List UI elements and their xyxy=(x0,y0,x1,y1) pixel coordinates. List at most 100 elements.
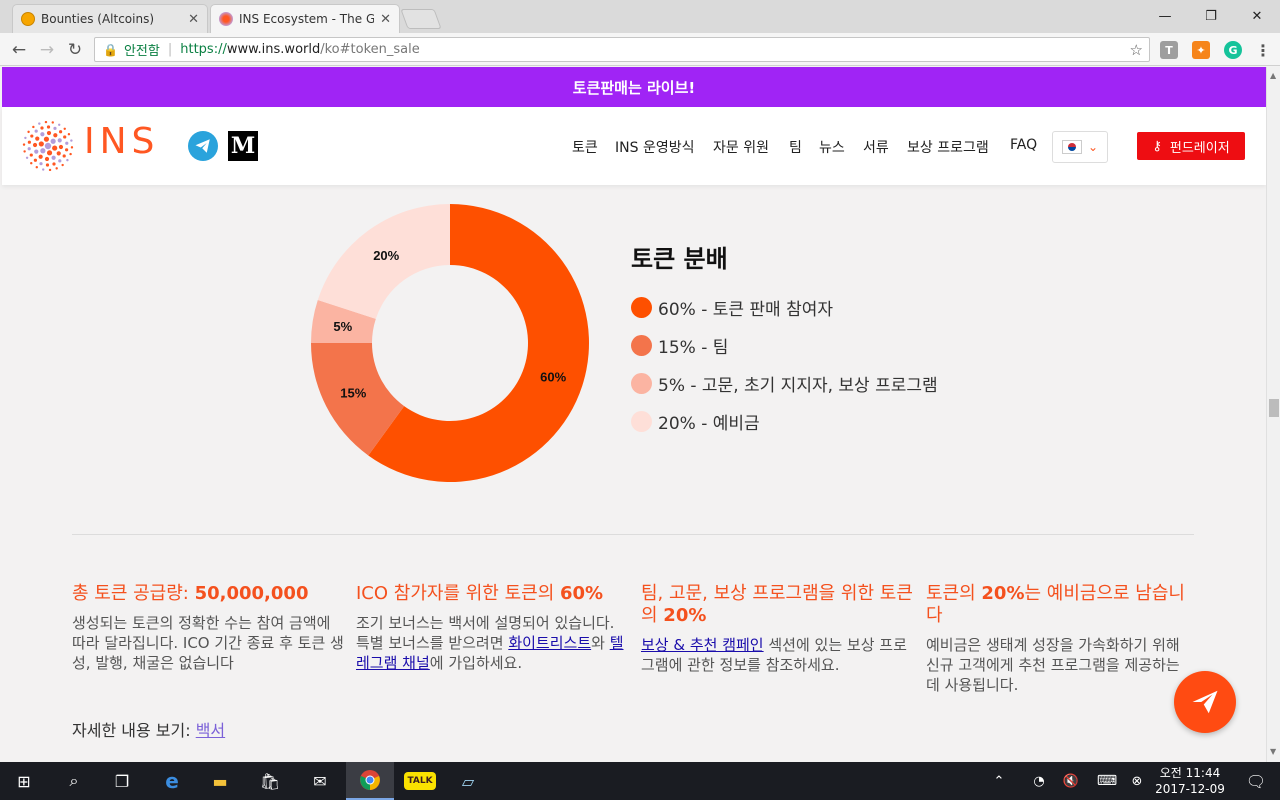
chrome-icon[interactable] xyxy=(346,762,394,800)
mail-icon[interactable]: ✉ xyxy=(296,762,344,800)
ins-wordmark[interactable]: INS xyxy=(84,121,159,162)
logo-dot xyxy=(46,130,52,136)
close-window-button[interactable]: ✕ xyxy=(1234,4,1280,28)
tab-ins-ecosystem[interactable]: INS Ecosystem - The Gr ✕ xyxy=(210,4,400,33)
new-tab-button[interactable] xyxy=(400,9,442,29)
tab-bounties[interactable]: Bounties (Altcoins) ✕ xyxy=(12,4,208,33)
back-icon[interactable]: ← xyxy=(8,39,30,61)
kakaotalk-icon[interactable]: TALK xyxy=(396,762,444,800)
token-sale-banner[interactable]: 토큰판매는 라이브! xyxy=(2,67,1266,107)
store-icon[interactable]: 🛍 xyxy=(246,762,294,800)
grammarly-extension-icon[interactable]: G xyxy=(1224,41,1242,59)
scroll-up-icon[interactable]: ▲ xyxy=(1270,71,1276,80)
task-view-icon[interactable]: ❐ xyxy=(98,762,146,800)
nav-item-news[interactable]: 뉴스 xyxy=(819,137,845,157)
logo-dot xyxy=(45,163,50,167)
legend-item: 15% - 팀 xyxy=(631,333,728,358)
key-icon: ⚷ xyxy=(1152,138,1162,154)
notification-icon[interactable]: 🗨 xyxy=(1232,762,1280,800)
nav-item-bounty[interactable]: 보상 프로그램 xyxy=(907,137,989,157)
nav-item-token[interactable]: 토큰 xyxy=(572,137,598,157)
edge-icon[interactable]: e xyxy=(148,762,196,800)
search-icon[interactable]: ⌕ xyxy=(50,762,98,800)
logo-dot xyxy=(52,162,56,166)
body-text: 에 가입하세요. xyxy=(429,654,523,672)
logo-dot xyxy=(40,126,44,130)
scroll-thumb[interactable] xyxy=(1269,399,1279,417)
chrome-logo xyxy=(360,770,380,790)
forward-icon[interactable]: → xyxy=(36,39,58,61)
fundraiser-label: 펀드레이저 xyxy=(1169,140,1230,156)
logo-dot xyxy=(27,130,30,134)
file-explorer-icon[interactable]: ▬ xyxy=(196,762,244,800)
legend-dot xyxy=(631,411,652,432)
close-icon[interactable]: ✕ xyxy=(380,12,391,27)
logo-dot xyxy=(34,129,38,133)
section-divider xyxy=(72,534,1194,535)
logo-dot xyxy=(40,148,46,154)
kakaotalk-badge: TALK xyxy=(404,772,436,790)
medium-icon[interactable]: M xyxy=(228,131,258,161)
legend-item: 20% - 예비금 xyxy=(631,409,760,434)
logo-dot xyxy=(61,163,64,167)
wifi-icon[interactable]: ◔ xyxy=(1024,762,1054,800)
notepad-icon[interactable]: ▱ xyxy=(444,762,492,800)
metamask-extension-icon[interactable]: ✦ xyxy=(1192,41,1210,59)
reload-icon[interactable]: ↻ xyxy=(64,39,86,61)
logo-dot xyxy=(70,146,74,149)
logo-dot xyxy=(56,151,61,156)
logo-dot xyxy=(27,147,31,151)
volume-mute-icon[interactable]: 🔇 xyxy=(1056,762,1086,800)
star-icon[interactable]: ☆ xyxy=(1130,41,1143,59)
windows-taskbar: ⊞ ⌕ ❐ e ▬ 🛍 ✉ TALK ▱ ⌃ ◔ 🔇 ⌨ ⊗ 오전 11:44 … xyxy=(0,762,1280,800)
url-separator: | xyxy=(167,42,173,57)
ime-icon[interactable]: ⊗ xyxy=(1124,762,1150,800)
logo-dot xyxy=(38,122,41,125)
nav-item-faq[interactable]: FAQ xyxy=(1010,137,1037,153)
translate-extension-icon[interactable]: T xyxy=(1160,41,1178,59)
distribution-title: 토큰 분배 xyxy=(631,245,728,273)
language-selector[interactable]: ⌄ xyxy=(1052,131,1108,163)
system-clock[interactable]: 오전 11:44 2017-12-09 xyxy=(1150,765,1230,797)
logo-dot xyxy=(24,136,27,140)
column-title: ICO 참가자를 위한 토큰의 60% xyxy=(356,583,628,605)
ins-logo-icon[interactable] xyxy=(22,121,74,171)
logo-dot xyxy=(58,144,64,150)
restore-button[interactable]: ❐ xyxy=(1188,4,1234,28)
chevron-up-icon[interactable]: ⌃ xyxy=(984,762,1014,800)
body-text: 와 xyxy=(591,634,610,652)
windows-start-icon[interactable]: ⊞ xyxy=(0,762,48,800)
menu-icon[interactable]: ⋮ xyxy=(1254,41,1272,60)
column-title: 총 토큰 공급량: 50,000,000 xyxy=(72,583,344,605)
lock-icon: 🔒 xyxy=(103,42,118,57)
fundraiser-button[interactable]: ⚷ 펀드레이저 xyxy=(1137,132,1245,160)
logo-dot xyxy=(59,130,63,134)
total-supply-column: 총 토큰 공급량: 50,000,000 생성되는 토큰의 정확한 수는 참여 … xyxy=(72,583,344,673)
close-icon[interactable]: ✕ xyxy=(188,12,199,27)
page-scrollbar[interactable]: ▲ ▼ xyxy=(1266,67,1280,762)
logo-dot xyxy=(32,142,38,148)
logo-dot xyxy=(27,140,31,144)
scroll-down-icon[interactable]: ▼ xyxy=(1270,747,1276,756)
whitelist-link[interactable]: 화이트리스트 xyxy=(508,634,591,652)
nav-item-documents[interactable]: 서류 xyxy=(863,137,889,157)
logo-dot xyxy=(44,121,48,124)
nav-item-how-it-works[interactable]: INS 운영방식 xyxy=(615,137,694,157)
telegram-icon[interactable] xyxy=(188,131,218,161)
legend-item: 5% - 고문, 초기 지지자, 보상 프로그램 xyxy=(631,371,938,396)
address-bar[interactable]: 🔒 안전함 | https://www.ins.world/ko#token_s… xyxy=(94,37,1150,62)
whitepaper-link[interactable]: 백서 xyxy=(196,721,225,740)
keyboard-icon[interactable]: ⌨ xyxy=(1090,762,1124,800)
bounty-campaign-link[interactable]: 보상 & 추천 캠페인 xyxy=(641,636,764,654)
logo-dot xyxy=(65,148,69,152)
minimize-button[interactable]: — xyxy=(1142,4,1188,28)
nav-item-team[interactable]: 팀 xyxy=(789,137,802,157)
logo-dot xyxy=(39,162,43,166)
read-more-label: 자세한 내용 보기: xyxy=(72,721,196,740)
logo-dot xyxy=(51,155,56,160)
column-title: 팀, 고문, 보상 프로그램을 위한 토큰의 20% xyxy=(641,583,913,627)
logo-dot xyxy=(58,123,61,126)
telegram-chat-button[interactable] xyxy=(1174,671,1236,733)
nav-item-advisors[interactable]: 자문 위원 xyxy=(713,137,769,157)
title-text: 총 토큰 공급량: xyxy=(72,583,195,604)
